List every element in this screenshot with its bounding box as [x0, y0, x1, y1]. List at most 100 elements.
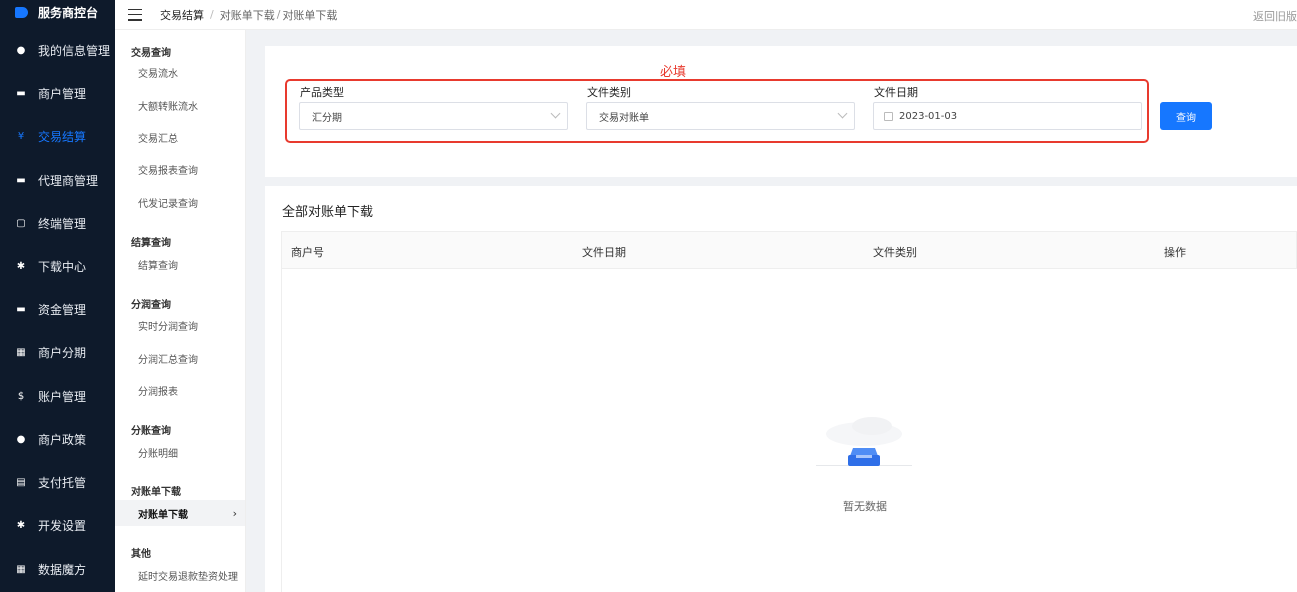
product-type-label: 产品类型	[300, 86, 344, 99]
submenu-item-label: 分账明细	[138, 448, 178, 460]
nav-item-label: 商户政策	[38, 432, 87, 447]
breadcrumb-mid[interactable]: 对账单下载	[220, 7, 275, 23]
chevron-down-icon	[837, 108, 848, 119]
nav-item-4[interactable]: ▬ 代理商管理	[0, 165, 115, 195]
submenu-item-label: 交易报表查询	[138, 165, 198, 177]
nav-item-11[interactable]: ▤ 支付托管	[0, 467, 115, 497]
submenu-item[interactable]: 大额转账流水	[115, 92, 245, 118]
submenu-item[interactable]: 分润报表	[115, 377, 245, 403]
nav-item-7[interactable]: ▬ 资金管理	[0, 294, 115, 324]
submenu-item-label: 大额转账流水	[138, 101, 198, 113]
store-icon: ▬	[16, 87, 26, 99]
chevron-down-icon	[550, 108, 561, 119]
breadcrumb-separator: /	[210, 8, 214, 21]
breadcrumb-separator: /	[276, 8, 281, 21]
back-to-old-version-link[interactable]: 返回旧版	[1253, 8, 1297, 24]
terminal-icon: ▢	[16, 217, 26, 229]
submenu-item[interactable]: 对账单下载 ›	[115, 500, 245, 526]
nav-item-6[interactable]: ✱ 下载中心	[0, 251, 115, 281]
nav-item-label: 开发设置	[38, 518, 87, 533]
submenu-item-label: 对账单下载	[138, 509, 188, 521]
submenu-item[interactable]: 结算查询	[115, 251, 245, 277]
submenu-item[interactable]: 交易报表查询	[115, 156, 245, 182]
submenu-item[interactable]: 实时分润查询	[115, 312, 245, 338]
nav-item-1[interactable]: ● 我的信息管理	[0, 35, 115, 65]
nav-item-label: 下载中心	[38, 259, 87, 274]
submenu-item[interactable]: 交易汇总	[115, 124, 245, 150]
nav-item-label: 商户管理	[38, 86, 87, 101]
nav-item-9[interactable]: $ 账户管理	[0, 381, 115, 411]
file-category-select[interactable]: 交易对账单	[586, 102, 855, 130]
nav-item-13[interactable]: ▦ 数据魔方	[0, 554, 115, 584]
menu-fold-icon[interactable]	[128, 8, 142, 21]
required-note: 必填	[660, 65, 687, 80]
agent-icon: ▬	[16, 174, 26, 186]
submenu-item[interactable]: 代发记录查询	[115, 189, 245, 215]
submenu-group-title: 对账单下载	[131, 487, 181, 498]
submenu-item[interactable]: 分润汇总查询	[115, 345, 245, 371]
sub-menu: 交易查询 交易流水 大额转账流水 交易汇总 交易报表查询 代发记录查询 结算查询 结算查询 分润…	[115, 30, 246, 592]
column-header-file-category: 文件类别	[873, 246, 917, 259]
empty-state-text: 暂无数据	[843, 500, 887, 513]
main-sidebar: 服务商控台 ● 我的信息管理 ▬ 商户管理 ¥ 交易结算 ▬ 代理商管理 ▢ 终端管理 ✱ 下载中心 ▬…	[0, 0, 115, 592]
table-header: 商户号 文件日期 文件类别 操作	[281, 231, 1297, 269]
nav-item-12[interactable]: ✱ 开发设置	[0, 510, 115, 540]
nav-item-8[interactable]: ▦ 商户分期	[0, 337, 115, 367]
submenu-group-title: 分账查询	[131, 426, 171, 437]
table-title: 全部对账单下载	[282, 205, 374, 220]
column-header-merchant-no: 商户号	[291, 246, 324, 259]
installment-icon: ▦	[16, 346, 26, 358]
brand[interactable]: 服务商控台	[0, 0, 115, 25]
file-category-value: 交易对账单	[599, 112, 649, 124]
submenu-item-label: 分润报表	[138, 386, 178, 398]
user-icon: ●	[16, 44, 26, 56]
brand-title: 服务商控台	[38, 6, 99, 20]
submenu-item[interactable]: 延时交易退款垫资处理	[115, 562, 245, 588]
nav-item-2[interactable]: ▬ 商户管理	[0, 78, 115, 108]
nav-item-label: 账户管理	[38, 389, 87, 404]
submenu-group-title: 交易查询	[131, 48, 171, 59]
empty-box-icon	[816, 417, 912, 466]
product-type-select[interactable]: 汇分期	[299, 102, 568, 130]
policy-icon: ●	[16, 433, 26, 445]
product-type-value: 汇分期	[312, 112, 342, 124]
nav-item-label: 我的信息管理	[38, 43, 111, 58]
query-button[interactable]: 查询	[1160, 102, 1212, 130]
nav-item-label: 终端管理	[38, 216, 87, 231]
submenu-item-label: 代发记录查询	[138, 198, 198, 210]
breadcrumb-root[interactable]: 交易结算	[160, 7, 204, 23]
nav-item-3[interactable]: ¥ 交易结算	[0, 121, 115, 151]
submenu-item[interactable]: 分账明细	[115, 439, 245, 465]
submenu-item-label: 实时分润查询	[138, 321, 198, 333]
nav-item-10[interactable]: ● 商户政策	[0, 424, 115, 454]
custody-icon: ▤	[16, 476, 26, 488]
settings-icon: ✱	[16, 519, 26, 531]
file-date-label: 文件日期	[874, 86, 918, 99]
file-category-label: 文件类别	[587, 86, 631, 99]
data-icon: ▦	[16, 563, 26, 575]
submenu-item-label: 交易流水	[138, 68, 178, 80]
nav-item-label: 支付托管	[38, 475, 87, 490]
chevron-right-icon: ›	[232, 506, 237, 520]
column-header-actions: 操作	[1164, 246, 1186, 259]
submenu-item-label: 延时交易退款垫资处理	[138, 571, 238, 583]
nav-item-label: 商户分期	[38, 345, 87, 360]
file-date-picker[interactable]: 2023-01-03	[873, 102, 1142, 130]
submenu-item-label: 交易汇总	[138, 133, 178, 145]
fund-icon: ▬	[16, 303, 26, 315]
download-icon: ✱	[16, 260, 26, 272]
nav-item-label: 数据魔方	[38, 562, 87, 577]
submenu-item[interactable]: 交易流水	[115, 59, 245, 85]
nav-item-5[interactable]: ▢ 终端管理	[0, 208, 115, 238]
breadcrumb-leaf: 对账单下载	[282, 8, 338, 22]
submenu-group-title: 其他	[131, 549, 151, 560]
nav-item-label: 代理商管理	[38, 173, 99, 188]
submenu-item-label: 分润汇总查询	[138, 354, 198, 366]
top-bar: 交易结算 / 对账单下载 / 对账单下载 返回旧版	[115, 0, 1297, 30]
nav-item-label: 交易结算	[38, 129, 87, 144]
calendar-icon	[884, 111, 893, 121]
submenu-group-title: 分润查询	[131, 300, 171, 311]
column-header-file-date: 文件日期	[582, 246, 626, 259]
file-date-value: 2023-01-03	[899, 110, 958, 122]
submenu-item-label: 结算查询	[138, 260, 178, 272]
